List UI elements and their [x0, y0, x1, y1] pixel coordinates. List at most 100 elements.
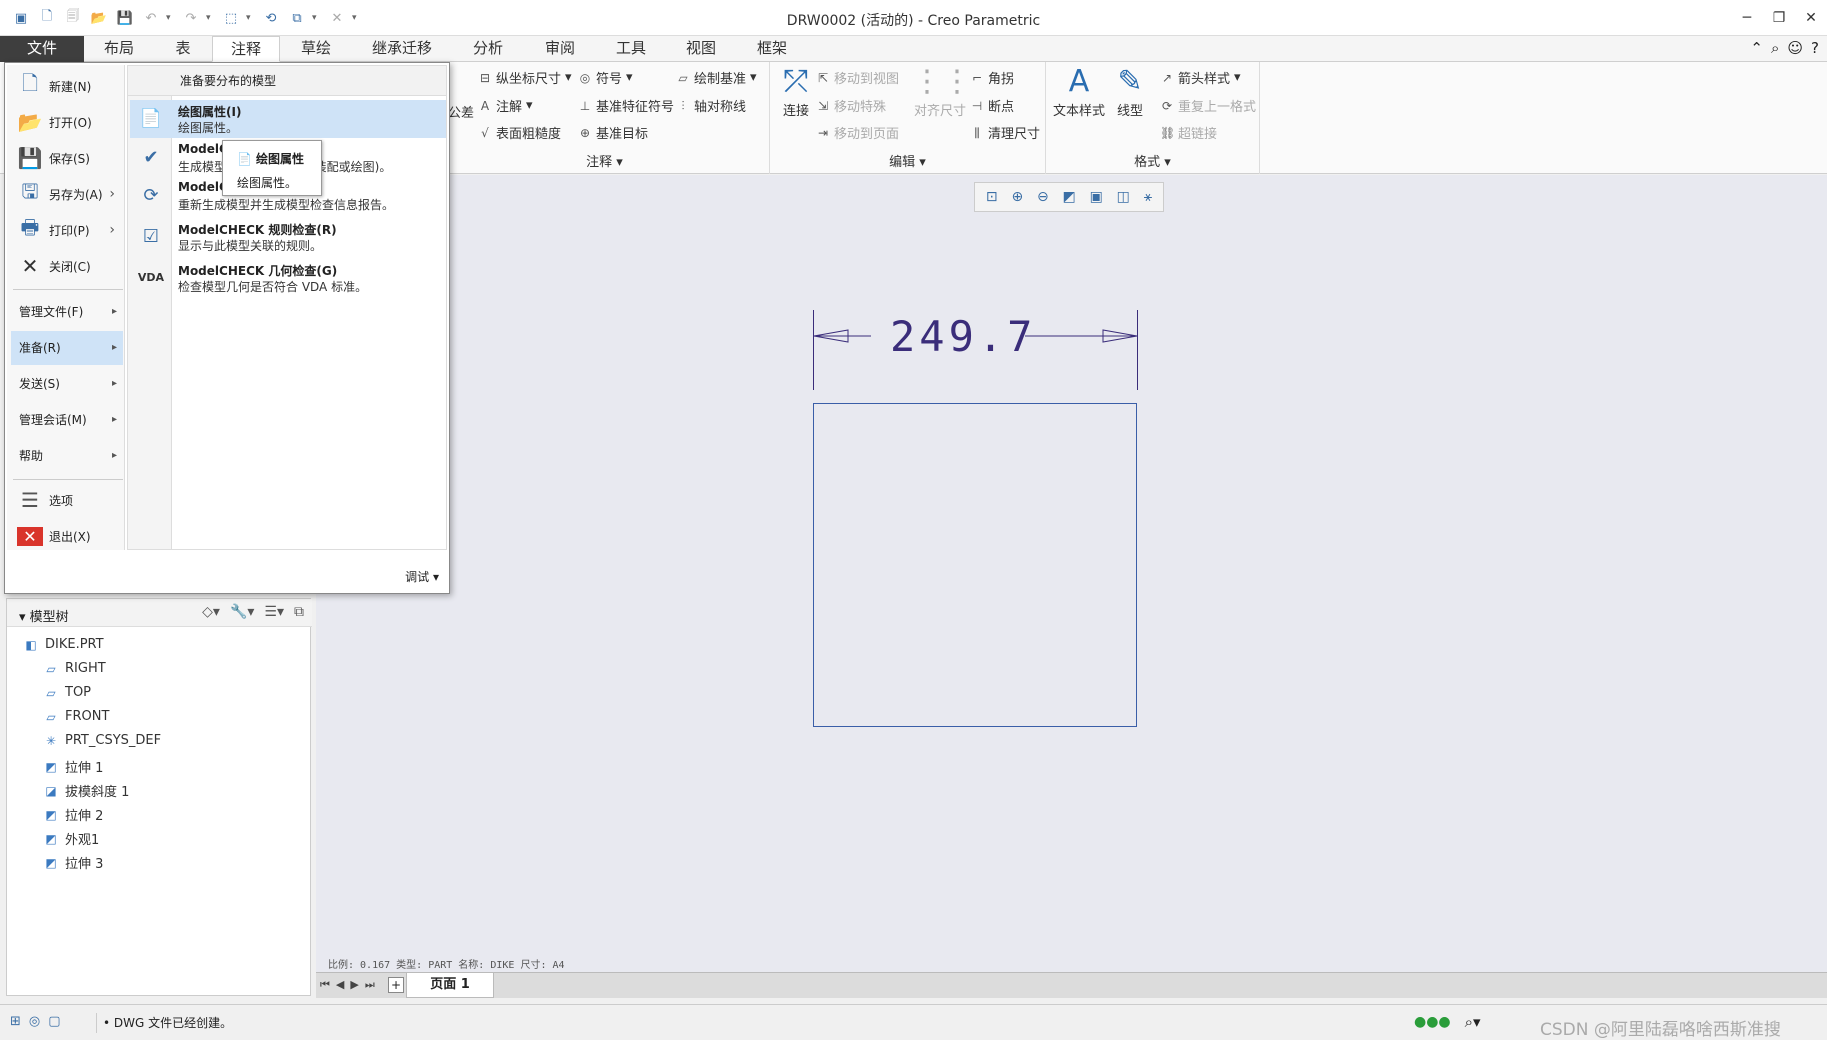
settings-icon[interactable]: 🔧▾ [230, 604, 254, 620]
move-item-button[interactable]: ⇲ 移动特殊 [816, 96, 886, 116]
cleanup-dim-button[interactable]: ⫼ 清理尺寸 [970, 123, 1040, 143]
debug-button[interactable]: 调试 ▾ [405, 568, 439, 585]
minimize-icon[interactable]: ─ [1731, 4, 1763, 32]
new-menu-item[interactable]: 🗋 新建(N) [11, 69, 123, 103]
find-icon[interactable]: ⌕▾ [1465, 1013, 1481, 1031]
tab-page-1[interactable]: 页面 1 [406, 973, 494, 998]
search-icon[interactable]: ⌕ [1771, 39, 1779, 57]
close-icon[interactable]: ✕ [1795, 4, 1827, 32]
datum-plane-icon: ▱ [46, 685, 56, 700]
manage-file-menu-item[interactable]: 管理文件(F) [11, 295, 123, 329]
tree-item[interactable]: ◧ DIKE.PRT [23, 637, 103, 652]
arrow-style-button[interactable]: ↗ 箭头样式 ▾ [1160, 68, 1241, 87]
columns-icon[interactable]: ☰▾ [264, 604, 284, 620]
display-style-icon[interactable]: ▣ [1090, 189, 1103, 205]
tree-item[interactable]: ✳ PRT_CSYS_DEF [43, 733, 161, 748]
open-menu-item[interactable]: 📂 打开(O) [11, 105, 123, 139]
tree-item[interactable]: ◩ 拉伸 1 [43, 757, 103, 777]
prepare-option[interactable]: ☑ ModelCHECK 规则检查(R) 显示与此模型关联的规则。 [130, 218, 446, 256]
symbol-icon: ◎ [579, 70, 591, 85]
note-button[interactable]: A 注解 ▾ [478, 96, 533, 115]
show-icon[interactable]: ◇▾ [202, 604, 220, 620]
text-style-button[interactable]: A 文本样式 [1052, 64, 1106, 119]
next-page-icon[interactable]: ▶ [350, 978, 358, 992]
tolerance-button[interactable]: 公差 [448, 102, 474, 121]
help-icon[interactable]: ? [1811, 39, 1819, 57]
open-label: 打开(O) [49, 115, 92, 130]
tab-10[interactable]: 框架 [736, 36, 808, 62]
drawing-view-geometry[interactable] [813, 403, 1137, 727]
repaint-icon[interactable]: ◩ [1063, 189, 1076, 205]
refit-icon[interactable]: ⊡ [986, 189, 998, 205]
tree-item[interactable]: ▱ RIGHT [43, 661, 105, 676]
axis-symmetry-button[interactable]: ⫶ 轴对称线 [676, 96, 746, 116]
minimize-ribbon-icon[interactable]: ⌃ [1750, 39, 1763, 57]
datum-feature-symbol-button[interactable]: ⊥ 基准特征符号 [578, 96, 674, 116]
help-menu-item[interactable]: 帮助 [11, 439, 123, 473]
add-page-button[interactable]: + [388, 977, 404, 993]
format-group-label[interactable]: 格式 ▾ [1046, 151, 1259, 170]
tab-1[interactable]: 布局 [84, 36, 154, 62]
breakpoint-button[interactable]: ⊣ 断点 [970, 96, 1014, 116]
prepare-menu-item[interactable]: 准备(R) [11, 331, 123, 365]
tree-item[interactable]: ▱ TOP [43, 685, 91, 700]
tab-5[interactable]: 继承迁移 [352, 36, 452, 62]
edit-group-label[interactable]: 编辑 ▾ [770, 151, 1045, 170]
tree-item[interactable]: ◩ 拉伸 2 [43, 805, 103, 825]
align-dim-button[interactable]: ⋮⋮ 对齐尺寸 [912, 64, 972, 119]
restore-icon[interactable]: ❐ [1763, 4, 1795, 32]
zoom-out-icon[interactable]: ⊖ [1037, 189, 1049, 205]
ordinate-dim-button[interactable]: ⊟ 纵坐标尺寸 ▾ [478, 68, 572, 87]
surface-finish-button[interactable]: √ 表面粗糙度 [478, 123, 561, 143]
options-menu-item[interactable]: ☰ 选项 [11, 483, 123, 517]
tab-7[interactable]: 审阅 [524, 36, 596, 62]
file-menu-left: 🗋 新建(N) 📂 打开(O) 💾 保存(S) 🖫 另存为(A) 🖶 打印(P) ✕ 关闭(… [7, 65, 125, 550]
tree-item[interactable]: ◪ 拔模斜度 1 [43, 781, 129, 801]
tab-8[interactable]: 工具 [596, 36, 666, 62]
tab-2[interactable]: 表 [154, 36, 212, 62]
connect-button[interactable]: ⤱ 连接 [776, 64, 816, 119]
annotation-display-icon[interactable]: ⚹ [1144, 189, 1152, 205]
datum-target-button[interactable]: ⊕ 基准目标 [578, 123, 648, 143]
first-page-icon[interactable]: ⏮ [320, 978, 330, 992]
last-page-icon[interactable]: ⏭ [365, 978, 375, 992]
print-menu-item[interactable]: 🖶 打印(P) [11, 213, 123, 247]
tab-6[interactable]: 分析 [452, 36, 524, 62]
repeat-format-button[interactable]: ⟳ 重复上一格式 [1160, 96, 1256, 116]
line-style-button[interactable]: ✎ 线型 [1110, 64, 1150, 119]
regeneration-status-icon[interactable]: ●●● [1414, 1014, 1451, 1030]
browser-icon[interactable]: ◎ [29, 1014, 40, 1029]
dimension-value[interactable]: 249.7 [890, 312, 1036, 361]
prepare-option[interactable]: VDA ModelCHECK 几何检查(G) 检查模型几何是否符合 VDA 标准。 [130, 259, 446, 297]
hyperlink-button[interactable]: ⛓ 超链接 [1160, 123, 1217, 143]
tree-item[interactable]: ▱ FRONT [43, 709, 109, 724]
tree-item[interactable]: ◩ 外观1 [43, 829, 99, 849]
save-as-menu-item[interactable]: 🖫 另存为(A) [11, 177, 123, 211]
fullscreen-icon[interactable]: ▢ [48, 1014, 60, 1029]
save-menu-item[interactable]: 💾 保存(S) [11, 141, 123, 175]
tab-9[interactable]: 视图 [666, 36, 736, 62]
close-menu-item[interactable]: ✕ 关闭(C) [11, 249, 123, 283]
tab-0[interactable]: 文件 [0, 36, 84, 62]
tab-3[interactable]: 注释 [212, 36, 280, 62]
tree-item[interactable]: ◩ 拉伸 3 [43, 853, 103, 873]
window-controls: ─ ❐ ✕ [1731, 4, 1827, 32]
symbol-button[interactable]: ◎ 符号 ▾ [578, 68, 633, 87]
exit-menu-item[interactable]: ✕ 退出(X) [11, 519, 123, 553]
prepare-option[interactable]: 📄 绘图属性(I) 绘图属性。 [130, 100, 446, 138]
prev-page-icon[interactable]: ◀ [336, 978, 344, 992]
filter-icon[interactable]: ⧉ [294, 604, 304, 620]
layout-icon[interactable]: ⊞ [10, 1014, 21, 1029]
move-to-page-button[interactable]: ⇥ 移动到页面 [816, 123, 899, 143]
annotate-group-label[interactable]: 注释 ▾ [440, 151, 769, 170]
tab-4[interactable]: 草绘 [280, 36, 352, 62]
community-icon[interactable]: ☺ [1787, 39, 1803, 57]
corner-button[interactable]: ⌐ 角拐 [970, 68, 1014, 88]
manage-session-menu-item[interactable]: 管理会话(M) [11, 403, 123, 437]
layer-icon[interactable]: ◫ [1117, 189, 1130, 205]
send-menu-item[interactable]: 发送(S) [11, 367, 123, 401]
model-tree-title[interactable]: ▾ 模型树 [19, 606, 69, 625]
zoom-in-icon[interactable]: ⊕ [1011, 189, 1023, 205]
draft-datum-button[interactable]: ▱ 绘制基准 ▾ [676, 68, 756, 87]
move-to-view-button[interactable]: ⇱ 移动到视图 [816, 68, 899, 88]
